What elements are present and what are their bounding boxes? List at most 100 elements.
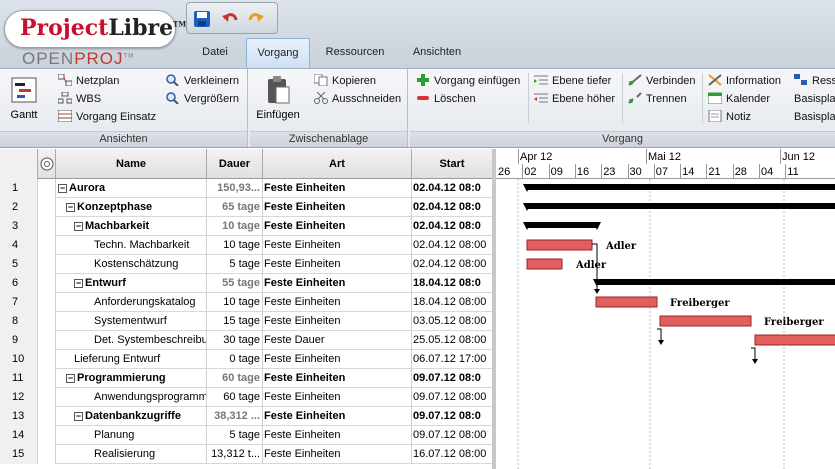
netzplan-button[interactable]: Netzplan — [58, 73, 119, 89]
indent-button[interactable]: Ebene tiefer — [534, 73, 611, 89]
cut-button[interactable]: Ausschneiden — [314, 91, 401, 107]
task-type-cell[interactable]: Feste Einheiten — [263, 217, 412, 236]
task-name-cell[interactable]: − Machbarkeit — [56, 217, 207, 236]
row-number[interactable]: 8 — [0, 312, 38, 331]
tab-datei[interactable]: Datei — [190, 38, 240, 68]
task-duration-cell[interactable]: 10 tage — [207, 236, 263, 255]
task-duration-cell[interactable]: 10 tage — [207, 217, 263, 236]
vorgang-einsatz-button[interactable]: Vorgang Einsatz — [58, 109, 156, 125]
tab-ressourcen[interactable]: Ressourcen — [318, 38, 392, 68]
row-number[interactable]: 5 — [0, 255, 38, 274]
table-row[interactable]: 4 Techn. Machbarkeit 10 tage Feste Einheite… — [0, 236, 492, 255]
table-row[interactable]: 13− Datenbankzugriffe 38,312 ... Feste Einh… — [0, 407, 492, 426]
task-start-cell[interactable]: 03.05.12 08:00 — [412, 312, 492, 331]
task-duration-cell[interactable]: 5 tage — [207, 426, 263, 445]
table-row[interactable]: 6− Entwurf 55 tage Feste Einheiten 18.04.12 … — [0, 274, 492, 293]
table-row[interactable]: 8 Systementwurf 15 tage Feste Einheiten 03.0… — [0, 312, 492, 331]
task-name-cell[interactable]: − Datenbankzugriffe — [56, 407, 207, 426]
task-type-cell[interactable]: Feste Einheiten — [263, 274, 412, 293]
task-type-cell[interactable]: Feste Einheiten — [263, 407, 412, 426]
undo-icon[interactable] — [221, 10, 239, 28]
information-button[interactable]: Information — [708, 73, 781, 89]
task-name-cell[interactable]: Systementwurf — [56, 312, 207, 331]
table-row[interactable]: 9 Det. Systembeschreibu 30 tage Feste Dauer… — [0, 331, 492, 350]
task-duration-cell[interactable]: 65 tage — [207, 198, 263, 217]
table-row[interactable]: 12 Anwendungsprogramme 60 tage Feste Einhei… — [0, 388, 492, 407]
row-number[interactable]: 1 — [0, 179, 38, 198]
save-icon[interactable] — [193, 10, 211, 28]
table-row[interactable]: 5 Kostenschätzung 5 tage Feste Einheiten 02.… — [0, 255, 492, 274]
outdent-button[interactable]: Ebene höher — [534, 91, 615, 107]
table-row[interactable]: 2− Konzeptphase 65 tage Feste Einheiten 02.0… — [0, 198, 492, 217]
copy-button[interactable]: Kopieren — [314, 73, 376, 89]
task-start-cell[interactable]: 25.05.12 08:00 — [412, 331, 492, 350]
tab-vorgang[interactable]: Vorgang — [246, 38, 310, 68]
table-row[interactable]: 11− Programmierung 60 tage Feste Einheiten 0… — [0, 369, 492, 388]
unlink-button[interactable]: Trennen — [628, 91, 687, 107]
table-row[interactable]: 10 Lieferung Entwurf 0 tage Feste Einheiten… — [0, 350, 492, 369]
delete-task-button[interactable]: Löschen — [416, 91, 476, 107]
row-number[interactable]: 14 — [0, 426, 38, 445]
insert-task-button[interactable]: Vorgang einfügen — [416, 73, 520, 89]
task-bar[interactable] — [754, 334, 835, 346]
task-type-cell[interactable]: Feste Einheiten — [263, 255, 412, 274]
summary-bar[interactable] — [527, 222, 597, 228]
task-type-cell[interactable]: Feste Einheiten — [263, 426, 412, 445]
task-type-cell[interactable]: Feste Einheiten — [263, 369, 412, 388]
calendar-button[interactable]: Kalender — [708, 91, 770, 107]
task-duration-cell[interactable]: 13,312 t... — [207, 445, 263, 464]
collapse-toggle[interactable]: − — [74, 279, 83, 288]
summary-bar[interactable] — [527, 184, 835, 190]
task-name-cell[interactable]: Planung — [56, 426, 207, 445]
task-name-cell[interactable]: − Programmierung — [56, 369, 207, 388]
task-name-cell[interactable]: Anwendungsprogramme — [56, 388, 207, 407]
row-number[interactable]: 15 — [0, 445, 38, 464]
task-type-cell[interactable]: Feste Einheiten — [263, 445, 412, 464]
baseline-set-button[interactable]: Basispla — [794, 91, 835, 107]
task-duration-cell[interactable]: 30 tage — [207, 331, 263, 350]
header-dauer[interactable]: Dauer — [207, 149, 263, 179]
task-start-cell[interactable]: 06.07.12 17:00 — [412, 350, 492, 369]
task-start-cell[interactable]: 09.07.12 08:0 — [412, 407, 492, 426]
redo-icon[interactable] — [247, 10, 265, 28]
task-start-cell[interactable]: 18.04.12 08:0 — [412, 274, 492, 293]
task-duration-cell[interactable]: 55 tage — [207, 274, 263, 293]
task-name-cell[interactable]: Realisierung — [56, 445, 207, 464]
task-duration-cell[interactable]: 5 tage — [207, 255, 263, 274]
task-start-cell[interactable]: 18.04.12 08:00 — [412, 293, 492, 312]
task-name-cell[interactable]: Det. Systembeschreibu — [56, 331, 207, 350]
resources-button[interactable]: Ress — [794, 73, 835, 89]
task-name-cell[interactable]: Lieferung Entwurf — [56, 350, 207, 369]
task-name-cell[interactable]: − Konzeptphase — [56, 198, 207, 217]
row-number[interactable]: 12 — [0, 388, 38, 407]
table-row[interactable]: 14 Planung 5 tage Feste Einheiten 09.07.12 0… — [0, 426, 492, 445]
task-type-cell[interactable]: Feste Einheiten — [263, 312, 412, 331]
zoom-out-button[interactable]: Verkleinern — [166, 73, 239, 89]
task-name-cell[interactable]: − Aurora — [56, 179, 207, 198]
task-name-cell[interactable]: Techn. Machbarkeit — [56, 236, 207, 255]
tab-ansichten[interactable]: Ansichten — [404, 38, 470, 68]
task-start-cell[interactable]: 09.07.12 08:00 — [412, 388, 492, 407]
row-number[interactable]: 7 — [0, 293, 38, 312]
task-duration-cell[interactable]: 60 tage — [207, 369, 263, 388]
task-start-cell[interactable]: 02.04.12 08:00 — [412, 236, 492, 255]
task-bar[interactable] — [526, 258, 563, 270]
task-start-cell[interactable]: 02.04.12 08:00 — [412, 255, 492, 274]
task-duration-cell[interactable]: 15 tage — [207, 312, 263, 331]
task-duration-cell[interactable]: 150,93... — [207, 179, 263, 198]
collapse-toggle[interactable]: − — [58, 184, 67, 193]
task-type-cell[interactable]: Feste Einheiten — [263, 350, 412, 369]
row-number[interactable]: 6 — [0, 274, 38, 293]
table-row[interactable]: 15 Realisierung 13,312 t... Feste Einheiten… — [0, 445, 492, 464]
task-type-cell[interactable]: Feste Einheiten — [263, 179, 412, 198]
note-button[interactable]: Notiz — [708, 109, 751, 125]
task-start-cell[interactable]: 02.04.12 08:0 — [412, 179, 492, 198]
collapse-toggle[interactable]: − — [74, 222, 83, 231]
row-number[interactable]: 2 — [0, 198, 38, 217]
task-start-cell[interactable]: 02.04.12 08:0 — [412, 198, 492, 217]
task-start-cell[interactable]: 09.07.12 08:00 — [412, 426, 492, 445]
task-type-cell[interactable]: Feste Einheiten — [263, 388, 412, 407]
baseline-clear-button[interactable]: Basispla — [794, 109, 835, 125]
link-button[interactable]: Verbinden — [628, 73, 696, 89]
table-row[interactable]: 3− Machbarkeit 10 tage Feste Einheiten 02.04… — [0, 217, 492, 236]
